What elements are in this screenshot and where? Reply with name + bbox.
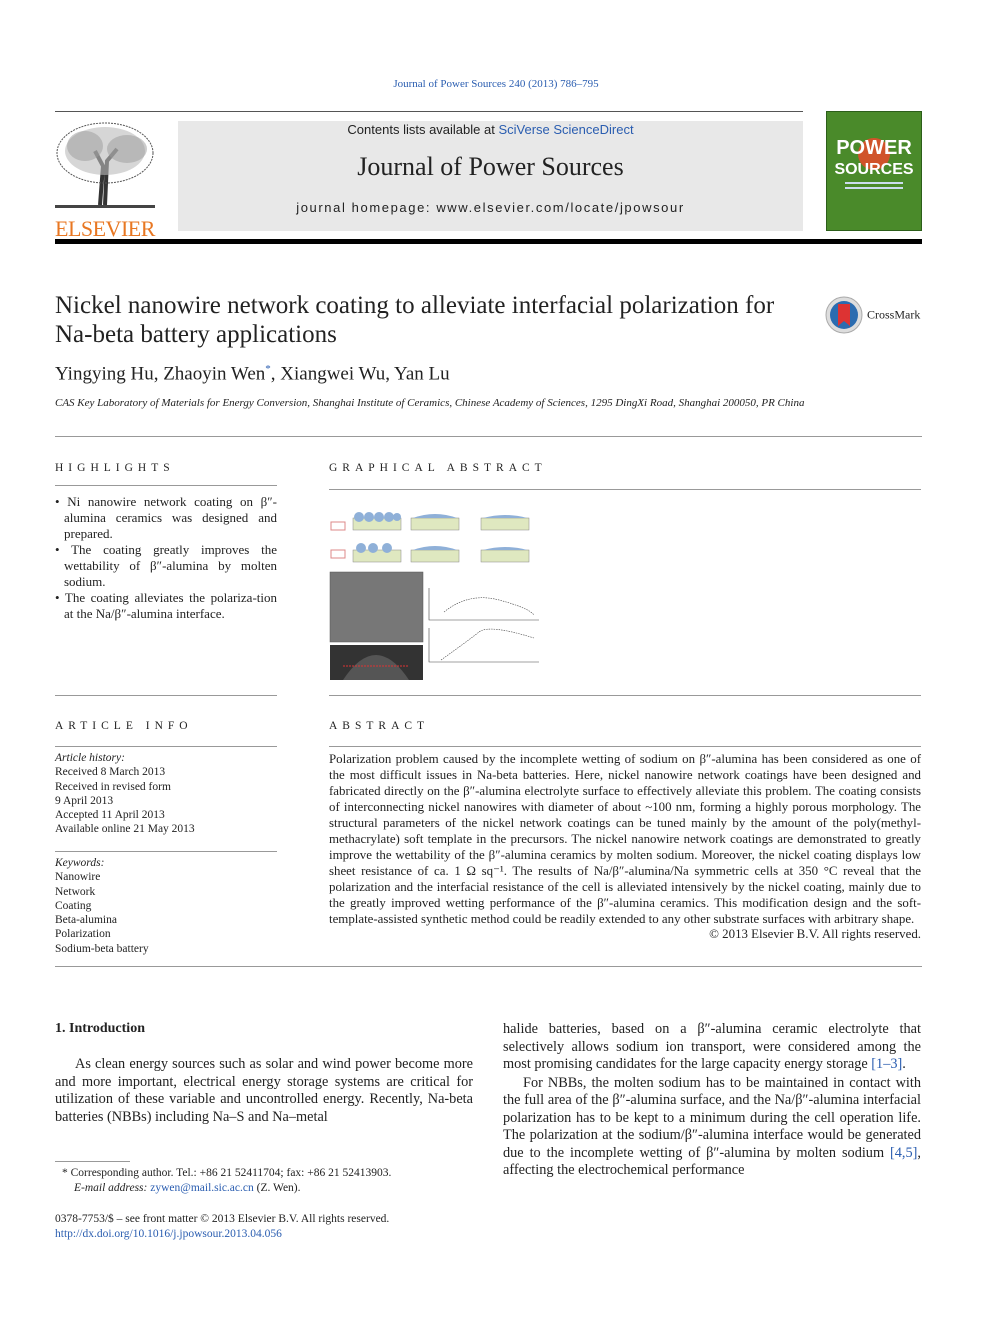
graphical-abstract-heading: GRAPHICAL ABSTRACT	[329, 462, 547, 474]
article-title: Nickel nanowire network coating to allev…	[55, 292, 775, 348]
elsevier-logo: ELSEVIER	[55, 121, 155, 242]
masthead-bar	[55, 239, 922, 244]
divider	[329, 746, 921, 747]
highlights-heading: HIGHLIGHTS	[55, 462, 175, 474]
journal-banner: Contents lists available at SciVerse Sci…	[178, 121, 803, 231]
section-heading: 1. Introduction	[55, 1021, 145, 1036]
footnote-rule	[55, 1161, 130, 1162]
divider	[55, 436, 922, 437]
journal-citation[interactable]: Journal of Power Sources 240 (2013) 786–…	[0, 78, 992, 90]
affiliation: CAS Key Laboratory of Materials for Ener…	[55, 397, 805, 409]
divider	[55, 966, 922, 967]
elsevier-tree-icon	[55, 122, 155, 208]
journal-title: Journal of Power Sources	[357, 152, 624, 181]
graphical-abstract-figure	[329, 512, 539, 680]
journal-homepage[interactable]: journal homepage: www.elsevier.com/locat…	[178, 200, 803, 215]
keywords: Keywords: Nanowire Network Coating Beta-…	[55, 857, 149, 955]
schematic-panels	[330, 512, 530, 563]
intro-paragraph: As clean energy sources such as solar an…	[55, 1056, 473, 1125]
divider	[55, 485, 277, 486]
intro-column-2: halide batteries, based on a β″-alumina …	[503, 1021, 921, 1178]
divider	[55, 111, 803, 112]
footnote: * Corresponding author. Tel.: +86 21 524…	[62, 1167, 392, 1194]
crossmark-badge[interactable]: CrossMark	[825, 296, 925, 336]
svg-text:POWER: POWER	[836, 137, 912, 159]
email-link[interactable]: zywen@mail.sic.ac.cn	[150, 1182, 254, 1194]
authors: Yingying Hu, Zhaoyin Wen*, Xiangwei Wu, …	[55, 363, 450, 385]
article-info-heading: ARTICLE INFO	[55, 720, 193, 732]
highlights-list: Ni nanowire network coating on β″-alumin…	[55, 494, 277, 622]
highlight-item: The coating greatly improves the wettabi…	[55, 542, 277, 590]
divider	[55, 746, 277, 747]
citation-link[interactable]: Journal of Power Sources 240 (2013) 786–…	[393, 78, 598, 90]
reference-link[interactable]: [1–3]	[871, 1056, 902, 1072]
article-history: Article history: Received 8 March 2013 R…	[55, 752, 195, 836]
divider	[329, 489, 921, 490]
journal-cover: POWER SOURCES	[826, 111, 922, 231]
sciencedirect-link[interactable]: SciVerse ScienceDirect	[498, 122, 633, 137]
impedance-plots	[428, 588, 539, 663]
abstract-heading: ABSTRACT	[329, 720, 430, 732]
reference-link[interactable]: [4,5]	[890, 1145, 917, 1161]
cover-art-icon: POWER SOURCES	[834, 137, 914, 189]
highlight-item: Ni nanowire network coating on β″-alumin…	[55, 494, 277, 542]
svg-text:SOURCES: SOURCES	[834, 161, 913, 178]
divider	[329, 695, 921, 696]
sem-image	[330, 572, 423, 642]
issn-doi: 0378-7753/$ – see front matter © 2013 El…	[55, 1213, 390, 1240]
doi-link[interactable]: http://dx.doi.org/10.1016/j.jpowsour.201…	[55, 1228, 282, 1240]
divider	[55, 695, 277, 696]
abstract-body: Polarization problem caused by the incom…	[329, 752, 921, 942]
divider	[55, 851, 277, 852]
highlight-item: The coating alleviates the polariza-tion…	[55, 590, 277, 622]
crossmark-icon	[825, 296, 863, 334]
